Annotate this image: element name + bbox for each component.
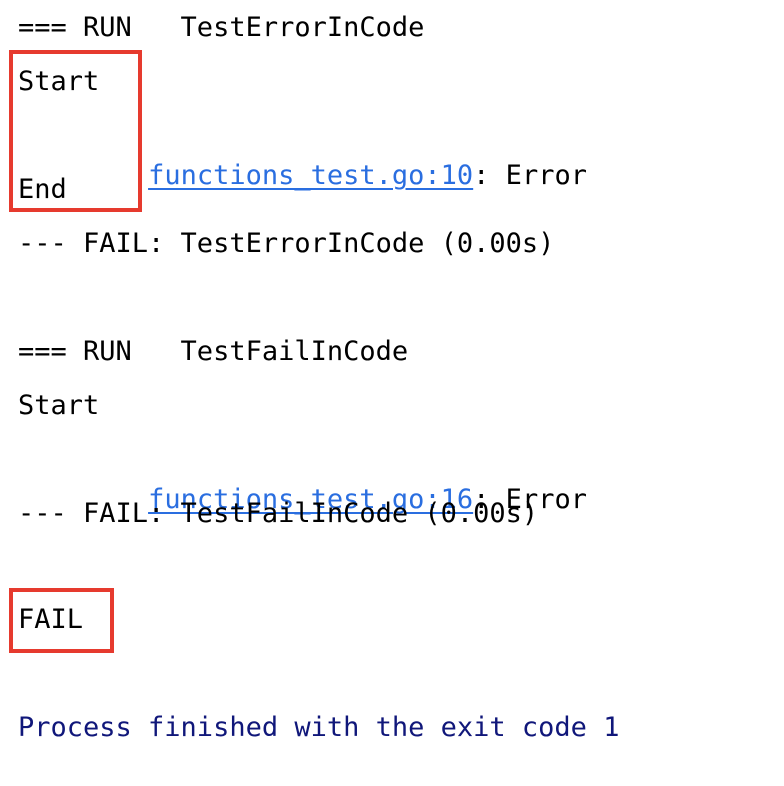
console-line-end-1: End [18, 174, 67, 205]
console-line-run-test-fail: === RUN TestFailInCode [18, 336, 409, 367]
test-run-console-output: === RUN TestErrorInCode Start functions_… [0, 0, 784, 786]
trace-1-message: : Error [473, 160, 587, 191]
console-line-fail-test-error: --- FAIL: TestErrorInCode (0.00s) [18, 228, 555, 259]
source-link-functions-test-go-10[interactable]: functions_test.go:10 [148, 160, 473, 191]
console-line-start-2: Start [18, 390, 100, 421]
console-line-run-test-error: === RUN TestErrorInCode [18, 12, 425, 43]
console-line-start-1: Start [18, 66, 100, 97]
trace-1-indent [83, 160, 148, 191]
console-line-fail-test-fail: --- FAIL: TestFailInCode (0.00s) [18, 498, 539, 529]
console-line-trace-2: functions_test.go:16: Error [18, 440, 587, 515]
console-line-trace-1: functions_test.go:10: Error [18, 116, 587, 191]
console-line-overall-result: FAIL [18, 604, 84, 635]
console-line-process-exit: Process finished with the exit code 1 [18, 712, 620, 743]
